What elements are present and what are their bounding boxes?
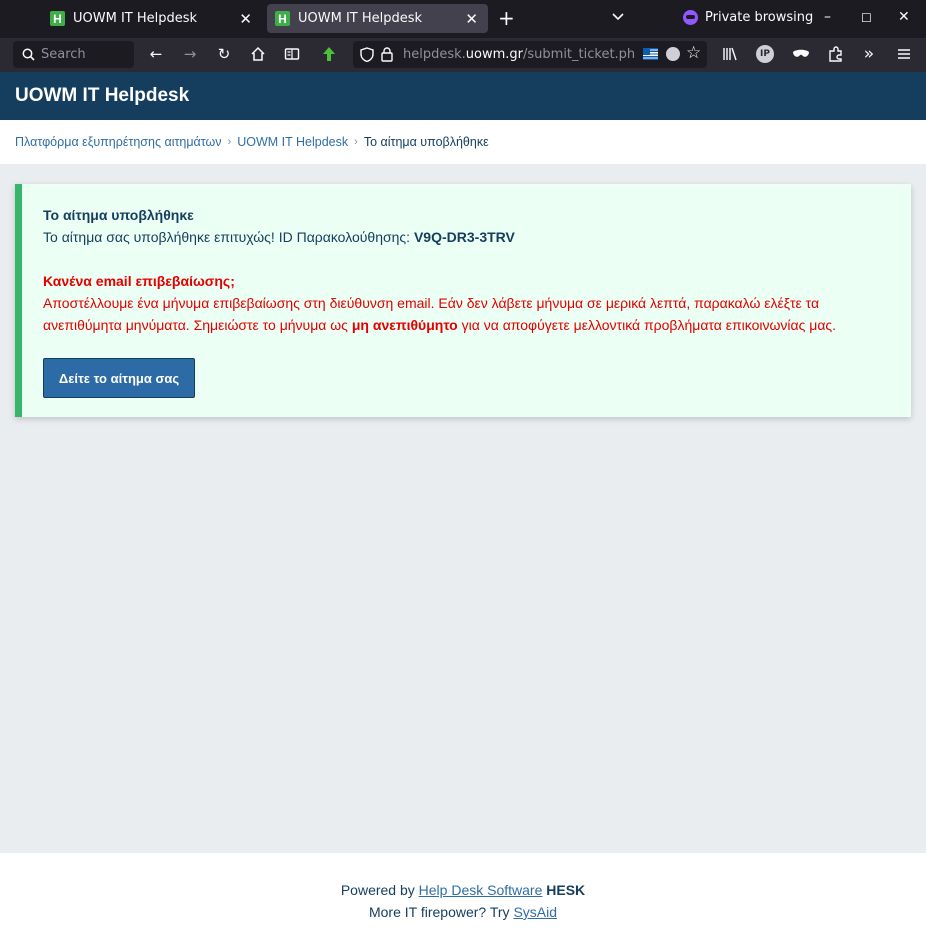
close-tab-icon[interactable]: ✕ — [239, 10, 252, 28]
home-icon[interactable] — [249, 45, 267, 63]
url-text: helpdesk.uowm.gr/submit_ticket.php?s — [403, 47, 635, 62]
breadcrumb-chevron-icon: › — [227, 136, 232, 148]
success-text: Το αίτημα σας υποβλήθηκε επιτυχώς! ID Πα… — [43, 229, 411, 245]
tracking-id: V9Q-DR3-3TRV — [413, 229, 515, 245]
browser-tab-active[interactable]: H UOWM IT Helpdesk ✕ — [267, 4, 488, 33]
hamburger-menu-icon[interactable] — [895, 45, 913, 63]
shield-icon[interactable] — [360, 47, 374, 62]
hesk-favicon-icon: H — [275, 11, 290, 26]
footer-sysaid-line: More IT firepower? Try SysAid — [368, 904, 558, 920]
extensions-puzzle-icon[interactable] — [827, 45, 845, 63]
list-all-tabs-icon[interactable] — [611, 10, 625, 24]
private-mask-icon — [683, 10, 698, 25]
minimize-icon[interactable]: – — [824, 9, 831, 25]
hesk-brand: HESK — [546, 882, 586, 898]
overflow-chevrons-icon[interactable]: » — [860, 44, 878, 64]
close-tab-icon[interactable]: ✕ — [465, 10, 478, 28]
greek-flag-icon[interactable] — [643, 48, 658, 60]
warning-text: Αποστέλλουμε ένα μήνυμα επιβεβαίωσης στη… — [43, 295, 837, 333]
browser-tab[interactable]: H UOWM IT Helpdesk ✕ — [42, 4, 262, 33]
breadcrumb-link-platform[interactable]: Πλατφόρμα εξυπηρέτησης αιτημάτων — [15, 135, 222, 149]
view-ticket-button[interactable]: Δείτε το αίτημα σας — [43, 358, 195, 398]
extension-dot-icon[interactable] — [666, 47, 680, 61]
private-browsing-label: Private browsing — [705, 10, 814, 25]
footer: Powered by Help Desk Software HESK More … — [0, 853, 926, 939]
tab-title: UOWM IT Helpdesk — [73, 11, 198, 26]
browser-nav-bar: Search ← → ↻ helpdesk.uowm.gr/submit_tic… — [0, 38, 926, 72]
breadcrumb-current: Το αίτημα υποβλήθηκε — [363, 135, 489, 149]
reload-icon[interactable]: ↻ — [215, 45, 233, 63]
site-title[interactable]: UOWM IT Helpdesk — [15, 85, 189, 107]
footer-powered-line: Powered by Help Desk Software HESK — [340, 882, 586, 898]
breadcrumb-chevron-icon: › — [354, 136, 358, 148]
success-notice: Το αίτημα υποβλήθηκε Το αίτημα σας υποβλ… — [15, 184, 911, 417]
hesk-favicon-icon: H — [50, 11, 65, 26]
bookmark-star-icon[interactable]: ☆ — [686, 43, 701, 63]
sysaid-link[interactable]: SysAid — [513, 904, 557, 920]
forward-icon[interactable]: → — [181, 45, 199, 63]
private-browsing-indicator: Private browsing — [683, 10, 813, 25]
lock-icon[interactable] — [381, 46, 393, 62]
private-mask-toolbar-icon[interactable] — [792, 45, 810, 63]
reader-view-icon[interactable] — [283, 45, 301, 63]
notice-title: Το αίτημα υποβλήθηκε — [43, 207, 194, 223]
help-desk-software-link[interactable]: Help Desk Software — [419, 882, 543, 898]
notice-success-line: Το αίτημα σας υποβλήθηκε επιτυχώς! ID Πα… — [43, 229, 515, 245]
url-bar[interactable]: helpdesk.uowm.gr/submit_ticket.php?s ☆ — [353, 41, 707, 68]
site-header: UOWM IT Helpdesk — [0, 72, 926, 120]
browser-tab-bar: H UOWM IT Helpdesk ✕ H UOWM IT Helpdesk … — [0, 0, 926, 38]
upload-arrow-icon[interactable] — [320, 45, 338, 63]
search-input[interactable]: Search — [13, 41, 134, 68]
new-tab-icon[interactable]: + — [498, 8, 515, 28]
ip-extension-icon[interactable]: IP — [756, 45, 774, 63]
breadcrumb: Πλατφόρμα εξυπηρέτησης αιτημάτων › UOWM … — [0, 120, 926, 164]
tab-title: UOWM IT Helpdesk — [298, 11, 423, 26]
search-icon — [22, 48, 35, 61]
close-window-icon[interactable]: ✕ — [898, 9, 910, 25]
warning-title: Κανένα email επιβεβαίωσης; — [43, 273, 235, 289]
breadcrumb-link-helpdesk[interactable]: UOWM IT Helpdesk — [237, 135, 348, 149]
maximize-icon[interactable]: ☐ — [861, 11, 872, 25]
search-placeholder: Search — [41, 47, 86, 62]
back-icon[interactable]: ← — [147, 45, 165, 63]
library-icon[interactable] — [721, 45, 739, 63]
